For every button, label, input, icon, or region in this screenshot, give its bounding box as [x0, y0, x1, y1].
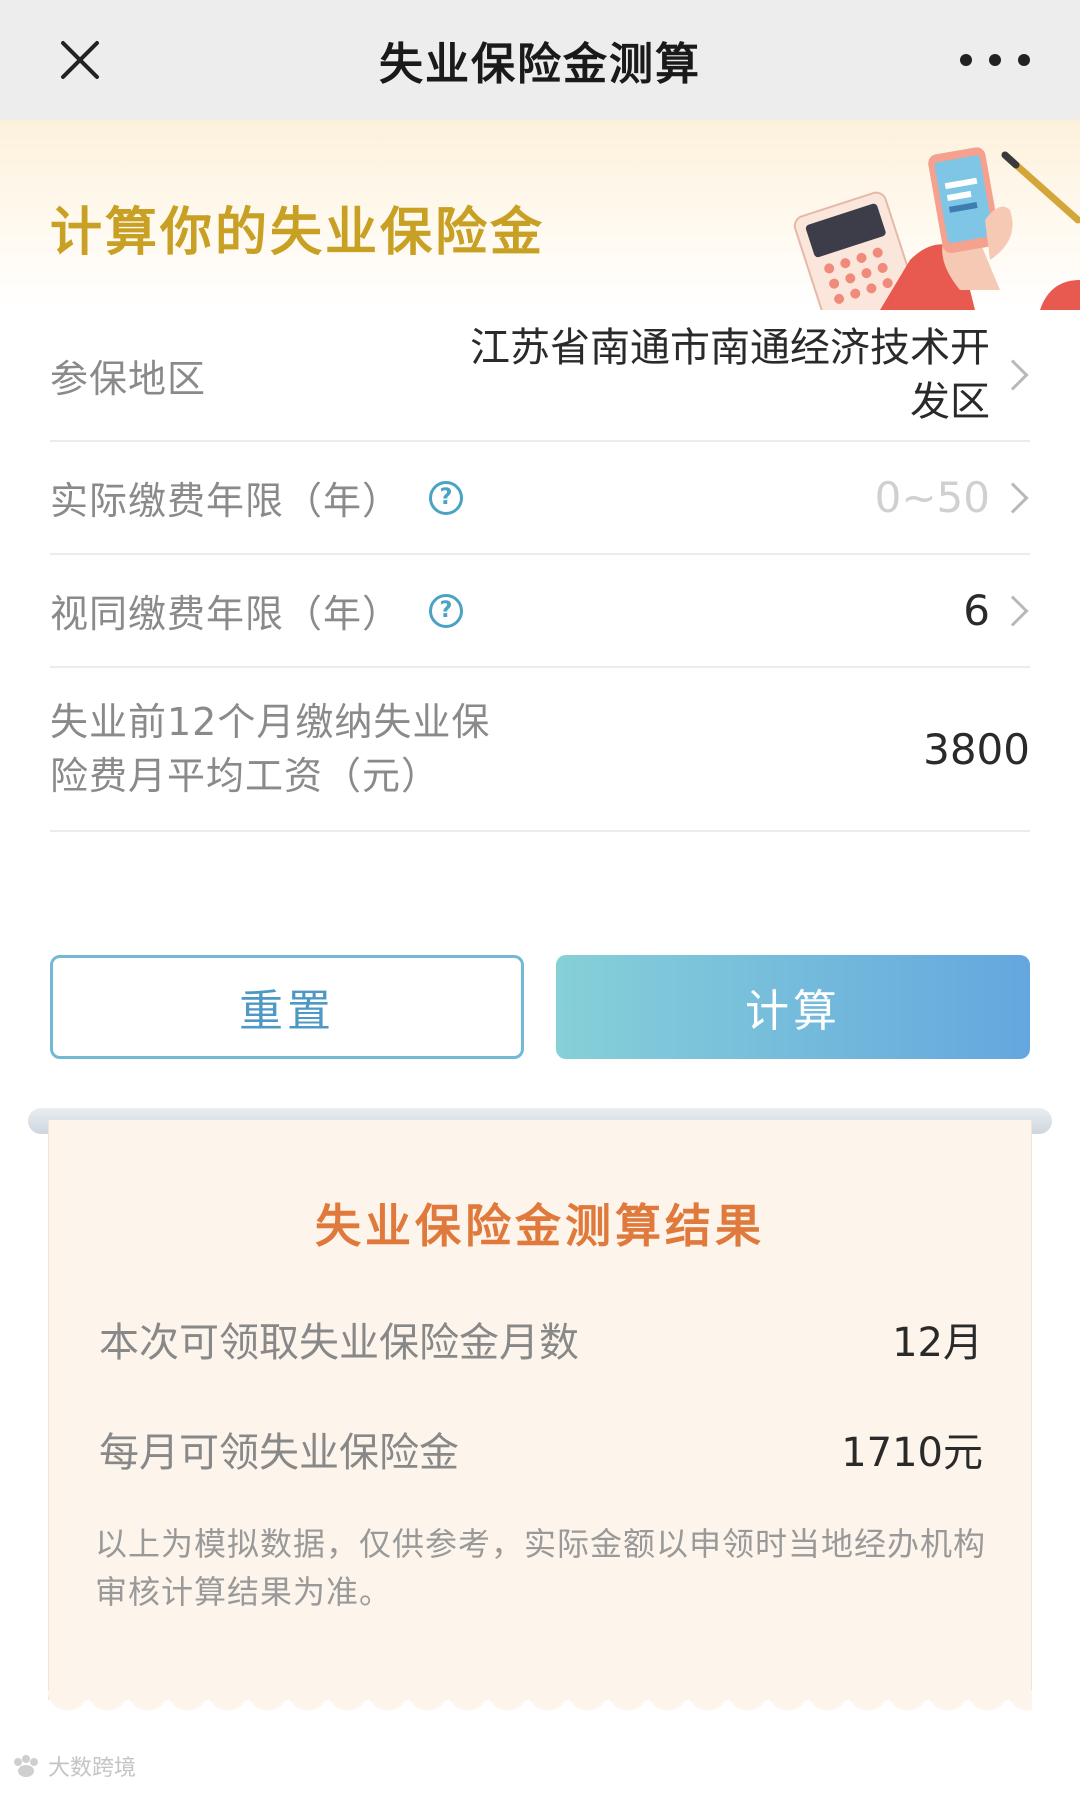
- average-wage-label-line1: 失业前12个月缴纳失业保: [50, 700, 491, 744]
- insured-region-value: 江苏省南通市南通经济技术开 发区: [470, 321, 990, 429]
- average-wage-label: 失业前12个月缴纳失业保 险费月平均工资（元）: [50, 695, 490, 803]
- hero-banner: 计算你的失业保险金: [0, 120, 1080, 310]
- result-card: 失业保险金测算结果 本次可领取失业保险金月数 12月 每月可领失业保险金 171…: [48, 1120, 1032, 1700]
- result-title: 失业保险金测算结果: [315, 1199, 765, 1253]
- watermark-text: 大数跨境: [48, 1756, 137, 1781]
- deemed-years-row[interactable]: 视同缴费年限（年） ? 6: [50, 555, 1030, 668]
- paw-logo-icon: [14, 1755, 38, 1777]
- chevron-right-icon: [997, 594, 1029, 627]
- watermark: 大数跨境: [10, 1750, 136, 1782]
- reset-button[interactable]: 重置: [50, 955, 524, 1059]
- disclaimer-note: 以上为模拟数据，仅供参考，实际金额以申领时当地经办机构审核计算结果为准。: [95, 1525, 987, 1611]
- actual-years-input[interactable]: 0~50: [875, 473, 990, 522]
- average-wage-input[interactable]: 3800: [923, 725, 1030, 774]
- scalloped-edge: [48, 1690, 1032, 1726]
- hero-title: 计算你的失业保险金: [50, 203, 546, 263]
- chevron-right-icon: [997, 359, 1029, 391]
- question-help-icon[interactable]: ?: [429, 593, 464, 628]
- insured-region-row[interactable]: 参保地区 江苏省南通市南通经济技术开 发区: [50, 310, 1030, 442]
- insured-region-label: 参保地区: [50, 356, 207, 401]
- question-help-icon[interactable]: ?: [429, 480, 464, 515]
- average-wage-label-line2: 险费月平均工资（元）: [50, 754, 441, 798]
- insured-region-value-line2: 发区: [910, 379, 990, 425]
- average-wage-row[interactable]: 失业前12个月缴纳失业保 险费月平均工资（元） 3800: [50, 668, 1030, 832]
- actual-years-row[interactable]: 实际缴费年限（年） ? 0~50: [50, 442, 1030, 555]
- monthly-amount-label: 每月可领失业保险金: [99, 1430, 459, 1476]
- monthly-amount-row: 每月可领失业保险金 1710元: [99, 1420, 983, 1478]
- page-title: 失业保险金测算: [379, 39, 701, 90]
- top-navigation-bar: 失业保险金测算: [0, 0, 1080, 120]
- deemed-years-label: 视同缴费年限（年）: [50, 592, 402, 636]
- close-icon[interactable]: [50, 30, 110, 90]
- calculation-form: 参保地区 江苏省南通市南通经济技术开 发区 实际缴费年限（年） ? 0~50 视…: [50, 310, 1030, 832]
- chevron-right-icon: [997, 481, 1029, 514]
- insured-region-value-line1: 江苏省南通市南通经济技术开: [470, 325, 990, 371]
- months-label: 本次可领取失业保险金月数: [99, 1320, 579, 1366]
- calculate-button[interactable]: 计算: [556, 955, 1030, 1059]
- more-options-icon[interactable]: [960, 45, 1030, 75]
- monthly-amount-value: 1710元: [841, 1430, 983, 1476]
- deemed-years-value[interactable]: 6: [963, 586, 990, 635]
- months-value: 12月: [892, 1320, 983, 1366]
- actual-years-label: 实际缴费年限（年）: [50, 479, 402, 523]
- calculator-phone-illustration: [793, 147, 1080, 310]
- months-result-row: 本次可领取失业保险金月数 12月: [99, 1310, 983, 1368]
